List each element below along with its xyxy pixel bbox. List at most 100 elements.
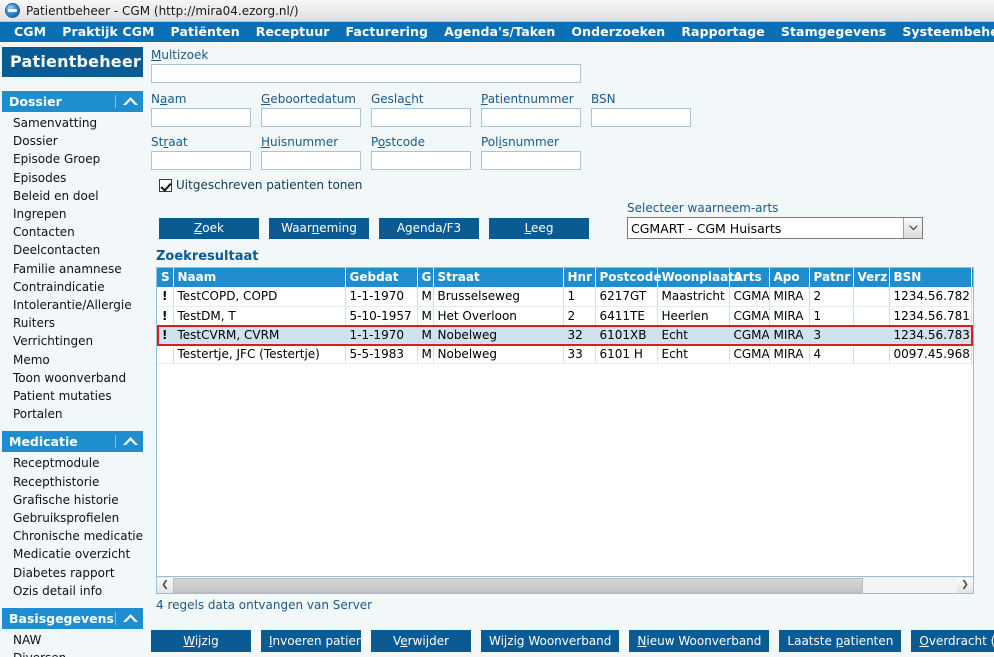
menu-item-stamgegevens[interactable]: Stamgegevens: [773, 22, 894, 42]
sidebar-item-medicatie-overzicht[interactable]: Medicatie overzicht: [2, 545, 143, 563]
multizoek-input[interactable]: [151, 64, 581, 83]
patientnummer-input[interactable]: [481, 108, 581, 127]
results-horizontal-scrollbar[interactable]: ❮ ❯: [156, 577, 974, 594]
scrollbar-track[interactable]: [173, 577, 957, 593]
wijzig-woonverband-button[interactable]: Wijzig Woonverband: [481, 630, 620, 652]
sidebar-item-episodes[interactable]: Episodes: [2, 169, 143, 187]
table-row[interactable]: Testertje, JFC (Testertje) 5-5-1983 M Nobel…: [157, 344, 973, 364]
column-header-verz[interactable]: Verz: [853, 268, 890, 287]
laatste-patienten-button[interactable]: Laatste patienten: [779, 630, 902, 652]
sidebar-item-samenvatting[interactable]: Samenvatting: [2, 114, 143, 132]
menu-item-cgm[interactable]: CGM: [6, 22, 54, 42]
sidebar-item-contacten[interactable]: Contacten: [2, 223, 143, 241]
uitgeschreven-patienten-label: Uitgeschreven patienten tonen: [176, 178, 363, 192]
geboortedatum-input[interactable]: [261, 108, 361, 127]
waarneming-button[interactable]: Waarneming: [269, 218, 369, 239]
chevron-up-icon[interactable]: [115, 435, 143, 449]
uitgeschreven-patienten-checkbox-row[interactable]: Uitgeschreven patienten tonen: [159, 178, 994, 192]
cell-hnr: 32: [563, 325, 596, 345]
sidebar-section-dossier[interactable]: Dossier: [2, 91, 143, 112]
column-header-arts[interactable]: Arts: [729, 268, 770, 287]
cell-po: [971, 344, 973, 364]
nieuw-woonverband-button[interactable]: Nieuw Woonverband: [629, 630, 770, 652]
column-header-po[interactable]: Po: [971, 268, 973, 287]
sidebar-section-medicatie[interactable]: Medicatie: [2, 431, 143, 453]
uitgeschreven-patienten-checkbox[interactable]: [159, 178, 172, 192]
menu-item-patienten[interactable]: Patiënten: [163, 22, 248, 42]
sidebar-item-ingrepen[interactable]: Ingrepen: [2, 205, 143, 223]
sidebar-item-intolerantie-allergie[interactable]: Intolerantie/Allergie: [2, 296, 143, 314]
menu-item-praktijk-cgm[interactable]: Praktijk CGM: [54, 22, 162, 42]
sidebar-item-gebruiksprofielen[interactable]: Gebruiksprofielen: [2, 509, 143, 527]
sidebar-item-dossier[interactable]: Dossier: [2, 132, 143, 150]
zoek-button[interactable]: Zoek: [159, 218, 259, 239]
sidebar-item-verrichtingen[interactable]: Verrichtingen: [2, 332, 143, 350]
sidebar-item-toon-woonverband[interactable]: Toon woonverband: [2, 369, 143, 387]
sidebar-item-memo[interactable]: Memo: [2, 351, 143, 369]
chevron-up-icon[interactable]: [115, 612, 143, 626]
sidebar-item-beleid-en-doel[interactable]: Beleid en doel: [2, 187, 143, 205]
column-header-patnr[interactable]: Patnr: [809, 268, 854, 287]
sidebar-item-ruiters[interactable]: Ruiters: [2, 314, 143, 332]
sidebar-item-familie-anamnese[interactable]: Familie anamnese: [2, 260, 143, 278]
sidebar-item-deelcontacten[interactable]: Deelcontacten: [2, 241, 143, 259]
agenda-f3-button[interactable]: Agenda/F3: [379, 218, 479, 239]
straat-field-group: Straat: [151, 135, 251, 170]
column-header-gebdat[interactable]: Gebdat: [345, 268, 418, 287]
cell-straat: Brusselseweg: [433, 287, 564, 307]
column-header-g[interactable]: G: [417, 268, 434, 287]
sidebar-item-recepthistorie[interactable]: Recepthistorie: [2, 473, 143, 491]
column-header-s[interactable]: S: [157, 268, 174, 287]
multizoek-label: Multizoek: [151, 48, 209, 62]
table-row[interactable]: ! TestCVRM, CVRM 1-1-1970 M Nobelweg 32 6101XB…: [157, 325, 973, 345]
chevron-up-icon[interactable]: [115, 95, 143, 108]
postcode-input[interactable]: [371, 151, 471, 170]
chevron-left-icon[interactable]: ❮: [157, 577, 173, 593]
table-row[interactable]: ! TestDM, T 5-10-1957 M Het Overloon 2 6411TE H…: [157, 306, 973, 326]
overdracht-ovd-button[interactable]: Overdracht (OVD): [911, 630, 994, 652]
leeg-button[interactable]: Leeg: [489, 218, 589, 239]
column-header-bsn[interactable]: BSN: [889, 268, 972, 287]
chevron-right-icon[interactable]: ❯: [957, 577, 973, 593]
column-header-hnr[interactable]: Hnr: [563, 268, 596, 287]
huisnummer-input[interactable]: [261, 151, 361, 170]
bsn-input[interactable]: [591, 108, 691, 127]
sidebar-section-basisgegevens[interactable]: Basisgegevens: [2, 608, 143, 630]
column-header-postcode[interactable]: Postcode: [595, 268, 662, 287]
menu-item-systeembeheer[interactable]: Systeembeheer: [894, 22, 994, 42]
column-header-woonplaats[interactable]: Woonplaats: [657, 268, 741, 287]
wijzig-button[interactable]: Wijzig: [151, 630, 251, 652]
sidebar-item-naw[interactable]: NAW: [2, 631, 143, 649]
waarneem-arts-select[interactable]: CGMART - CGM Huisarts: [627, 217, 923, 239]
column-header-straat[interactable]: Straat: [433, 268, 564, 287]
menu-item-agendas-taken[interactable]: Agenda's/Taken: [436, 22, 563, 42]
menu-item-rapportage[interactable]: Rapportage: [673, 22, 773, 42]
invoeren-patient-button[interactable]: Invoeren patient: [261, 630, 368, 652]
sidebar-item-diabetes-rapport[interactable]: Diabetes rapport: [2, 564, 143, 582]
verwijder-button[interactable]: Verwijder: [371, 630, 471, 652]
cell-g: M: [417, 306, 434, 326]
menu-item-facturering[interactable]: Facturering: [337, 22, 436, 42]
naam-label: Naam: [151, 92, 187, 106]
sidebar-item-contraindicatie[interactable]: Contraindicatie: [2, 278, 143, 296]
scrollbar-thumb[interactable]: [173, 577, 863, 593]
column-header-apo[interactable]: Apo: [769, 268, 810, 287]
naam-input[interactable]: [151, 108, 251, 127]
table-row[interactable]: ! TestCOPD, COPD 1-1-1970 M Brusselseweg 1 621…: [157, 287, 973, 307]
sidebar-item-grafische-historie[interactable]: Grafische historie: [2, 491, 143, 509]
sidebar-item-receptmodule[interactable]: Receptmodule: [2, 454, 143, 472]
sidebar-item-episode-groep[interactable]: Episode Groep: [2, 150, 143, 168]
sidebar-item-patient-mutaties[interactable]: Patient mutaties: [2, 387, 143, 405]
sidebar-item-diversen[interactable]: Diversen: [2, 649, 143, 657]
geslacht-input[interactable]: [371, 108, 471, 127]
column-header-naam[interactable]: Naam: [173, 268, 346, 287]
sidebar-item-ozis-detail-info[interactable]: Ozis detail info: [2, 582, 143, 600]
menu-item-receptuur[interactable]: Receptuur: [248, 22, 338, 42]
cell-patnr: 4: [809, 344, 854, 364]
straat-input[interactable]: [151, 151, 251, 170]
menu-item-onderzoeken[interactable]: Onderzoeken: [563, 22, 673, 42]
sidebar-item-portalen[interactable]: Portalen: [2, 405, 143, 423]
chevron-down-icon[interactable]: [903, 218, 922, 238]
polisnummer-input[interactable]: [481, 151, 581, 170]
sidebar-item-chronische-medicatie[interactable]: Chronische medicatie: [2, 527, 143, 545]
